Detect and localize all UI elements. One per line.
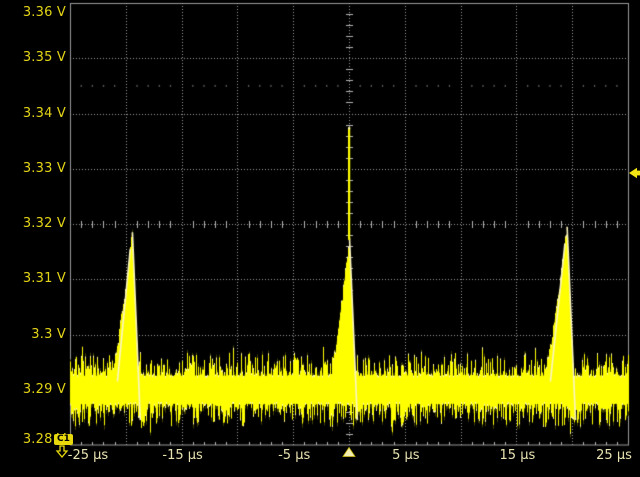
y-axis-tick-label: 3.32 V	[0, 217, 66, 231]
x-axis-tick-label: 25 µs	[596, 449, 632, 463]
x-axis-tick-label: 5 µs	[392, 449, 419, 463]
y-axis-tick-label: 3.3 V	[0, 328, 66, 342]
channel-offset-down-arrow-icon[interactable]	[55, 445, 69, 458]
x-axis-tick-label: -15 µs	[162, 449, 202, 463]
y-axis-tick-label: 3.31 V	[0, 272, 66, 286]
trigger-level-marker-icon[interactable]	[629, 167, 640, 179]
oscilloscope-screen: 3.36 V 3.35 V 3.34 V 3.33 V 3.32 V 3.31 V 3.3 …	[0, 0, 640, 477]
x-axis-tick-label: -25 µs	[68, 449, 108, 463]
trigger-position-marker-icon[interactable]	[342, 447, 356, 457]
x-axis-tick-label: 15 µs	[500, 449, 536, 463]
y-axis-tick-label: 3.33 V	[0, 162, 66, 176]
y-axis-tick-label: 3.35 V	[0, 51, 66, 65]
y-axis-tick-label: 3.36 V	[0, 6, 66, 20]
x-axis-tick-label: -5 µs	[278, 449, 310, 463]
y-axis-tick-label: 3.29 V	[0, 383, 66, 397]
channel-badge-c1[interactable]: C1	[54, 434, 73, 445]
y-axis-tick-label: 3.34 V	[0, 107, 66, 121]
waveform-canvas	[0, 0, 640, 477]
